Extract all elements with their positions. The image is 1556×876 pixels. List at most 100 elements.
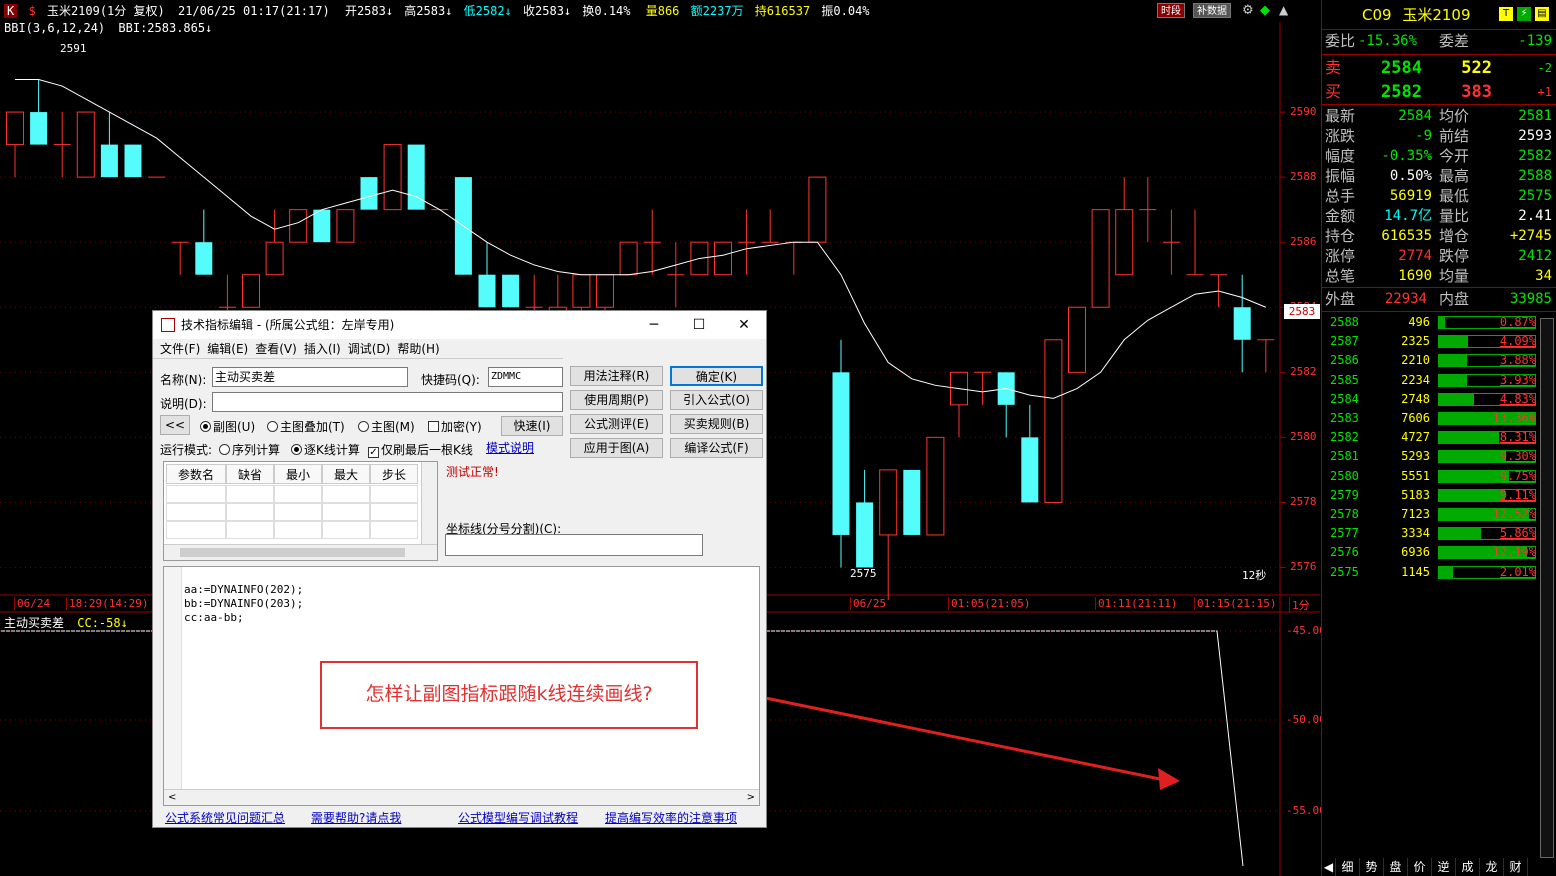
- candle-body: [289, 209, 308, 243]
- candle: [360, 177, 378, 210]
- scroll-right-icon[interactable]: >: [747, 790, 755, 806]
- param-cell[interactable]: [370, 485, 418, 503]
- minimize-icon[interactable]: ─: [631, 311, 677, 339]
- stat-label: 金额: [1325, 207, 1356, 225]
- maximize-icon[interactable]: ☐: [676, 311, 722, 339]
- param-cell[interactable]: [226, 485, 274, 503]
- holding: 持616537: [754, 4, 811, 18]
- scroll-left-icon[interactable]: <: [168, 790, 176, 806]
- radio-main-overlay[interactable]: 主图叠加(T): [267, 418, 345, 435]
- radio-per-bar[interactable]: 逐K线计算: [291, 441, 360, 458]
- depth-volume: 5183: [1401, 487, 1430, 502]
- param-hscrollbar[interactable]: [164, 544, 437, 560]
- close-icon[interactable]: ✕: [721, 311, 767, 339]
- depth-row[interactable]: 2577 3334 5.86%: [1322, 524, 1556, 543]
- param-cell[interactable]: [274, 521, 322, 539]
- param-cell[interactable]: [226, 521, 274, 539]
- formula-test-button[interactable]: 公式测评(E): [570, 414, 663, 434]
- description-input[interactable]: [212, 392, 563, 412]
- depth-row[interactable]: 2576 6936 12.19%: [1322, 543, 1556, 562]
- ok-button[interactable]: 确定(K): [670, 366, 763, 386]
- coord-input[interactable]: [445, 534, 703, 556]
- formula-code[interactable]: aa:=DYNAINFO(202); bb:=DYNAINFO(203); cc…: [184, 583, 303, 625]
- depth-row[interactable]: 2575 1145 2.01%: [1322, 563, 1556, 582]
- trade-rule-button[interactable]: 买卖规则(B): [670, 414, 763, 434]
- param-cell[interactable]: [274, 485, 322, 503]
- depth-scrollbar[interactable]: [1540, 318, 1554, 858]
- stat-label: 涨跌: [1325, 127, 1356, 145]
- stat-label: 最高: [1439, 167, 1470, 185]
- encrypt-checkbox[interactable]: 加密(Y): [428, 418, 482, 435]
- quote-tab[interactable]: 细: [1336, 858, 1360, 876]
- apply-chart-button[interactable]: 应用于图(A): [570, 438, 663, 458]
- quote-tab[interactable]: 盘: [1384, 858, 1408, 876]
- last-bar-checkbox[interactable]: ✓ 仅刷最后一根K线: [368, 441, 473, 458]
- param-cell[interactable]: [370, 521, 418, 539]
- period-button[interactable]: 使用周期(P): [570, 390, 663, 410]
- period-badge[interactable]: K: [4, 4, 18, 18]
- param-cell[interactable]: [322, 485, 370, 503]
- parameter-table[interactable]: 参数名 缺省 最小 最大 步长: [163, 461, 438, 561]
- param-cell[interactable]: [274, 503, 322, 521]
- tab-prev-icon[interactable]: ◀: [1322, 858, 1336, 876]
- depth-row[interactable]: 2583 7606 13.36%: [1322, 409, 1556, 428]
- menu-item[interactable]: 编辑(E): [207, 339, 248, 359]
- menu-item[interactable]: 帮助(H): [397, 339, 439, 359]
- depth-row[interactable]: 2585 2234 3.93%: [1322, 371, 1556, 390]
- quote-tab[interactable]: 势: [1360, 858, 1384, 876]
- editor-hscrollbar[interactable]: < >: [164, 789, 759, 805]
- dialog-titlebar[interactable]: 技术指标编辑 - (所属公式组：左岸专用) ─ ☐ ✕: [153, 311, 766, 339]
- depth-row[interactable]: 2581 5293 9.30%: [1322, 447, 1556, 466]
- diamond-icon[interactable]: ◆: [1260, 3, 1270, 18]
- quote-tab[interactable]: 财: [1504, 858, 1528, 876]
- mode-help-link[interactable]: 模式说明: [486, 439, 534, 456]
- menu-item[interactable]: 插入(I): [304, 339, 341, 359]
- param-cell[interactable]: [226, 503, 274, 521]
- quote-tab[interactable]: 龙: [1480, 858, 1504, 876]
- menu-item[interactable]: 查看(V): [255, 339, 297, 359]
- import-formula-button[interactable]: 引入公式(O): [670, 390, 763, 410]
- usage-notes-button[interactable]: 用法注释(R): [570, 366, 663, 386]
- radio-main-chart[interactable]: 主图(M): [358, 418, 415, 435]
- param-vscrollbar[interactable]: [421, 462, 437, 546]
- depth-row[interactable]: 2579 5183 9.11%: [1322, 486, 1556, 505]
- compile-formula-button[interactable]: 编译公式(F): [670, 438, 763, 458]
- quick-button[interactable]: 快速(I): [501, 416, 563, 436]
- help-link[interactable]: 需要帮助?请点我: [311, 809, 401, 826]
- candle: [100, 112, 118, 178]
- efficiency-link[interactable]: 提高编写效率的注意事项: [605, 809, 737, 826]
- radio-sequence[interactable]: 序列计算: [219, 441, 280, 458]
- stat-value: 616535: [1381, 228, 1432, 244]
- param-cell[interactable]: [322, 521, 370, 539]
- menu-icon[interactable]: ▤: [1535, 7, 1549, 21]
- param-cell[interactable]: [166, 485, 226, 503]
- period-button[interactable]: 时段: [1157, 3, 1185, 18]
- depth-row[interactable]: 2584 2748 4.83%: [1322, 390, 1556, 409]
- menu-item[interactable]: 文件(F): [160, 339, 200, 359]
- tutorial-link[interactable]: 公式模型编写调试教程: [458, 809, 578, 826]
- depth-row[interactable]: 2588 496 0.87%: [1322, 313, 1556, 332]
- depth-row[interactable]: 2586 2210 3.88%: [1322, 351, 1556, 370]
- supplement-data-button[interactable]: 补数据: [1193, 3, 1231, 18]
- quote-tab[interactable]: 价: [1408, 858, 1432, 876]
- triangle-up-icon[interactable]: ▲: [1279, 3, 1288, 17]
- param-cell[interactable]: [166, 503, 226, 521]
- depth-row[interactable]: 2580 5551 9.75%: [1322, 467, 1556, 486]
- collapse-button[interactable]: <<: [160, 415, 190, 435]
- depth-row[interactable]: 2578 7123 12.52%: [1322, 505, 1556, 524]
- faq-link[interactable]: 公式系统常见问题汇总: [165, 809, 285, 826]
- settings-icon[interactable]: ⚙: [1242, 3, 1254, 18]
- shortcut-input[interactable]: ZDMMC: [488, 367, 563, 387]
- depth-row[interactable]: 2587 2325 4.09%: [1322, 332, 1556, 351]
- param-cell[interactable]: [322, 503, 370, 521]
- quote-tab[interactable]: 逆: [1432, 858, 1456, 876]
- quote-tab[interactable]: 成: [1456, 858, 1480, 876]
- radio-sub-chart[interactable]: 副图(U): [200, 418, 255, 435]
- refresh-icon[interactable]: ⚡: [1517, 7, 1531, 21]
- param-cell[interactable]: [166, 521, 226, 539]
- name-input[interactable]: 主动买卖差: [212, 367, 408, 387]
- menu-item[interactable]: 调试(D): [348, 339, 391, 359]
- flag-icon[interactable]: T: [1499, 7, 1513, 21]
- depth-row[interactable]: 2582 4727 8.31%: [1322, 428, 1556, 447]
- param-cell[interactable]: [370, 503, 418, 521]
